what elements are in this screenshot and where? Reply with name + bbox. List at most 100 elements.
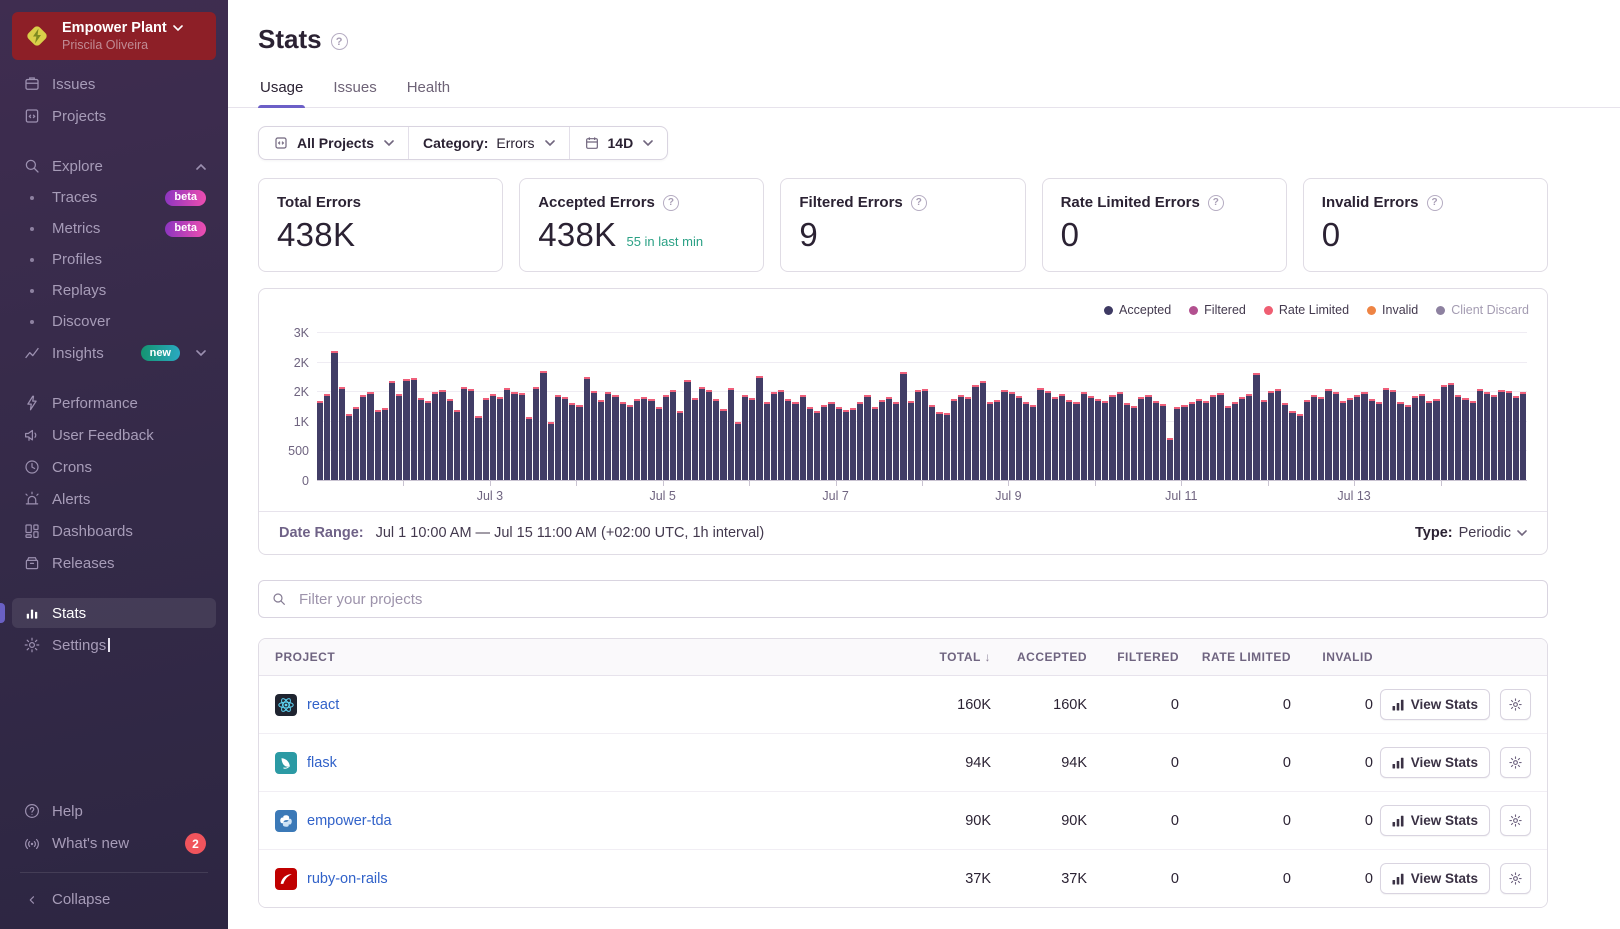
sidebar-item-discover[interactable]: Discover <box>12 307 216 336</box>
legend-dot <box>1104 305 1114 315</box>
project-settings-button[interactable] <box>1500 747 1531 778</box>
sidebar-collapse-button[interactable]: Collapse <box>12 885 216 914</box>
x-tick <box>1181 481 1183 486</box>
view-stats-button[interactable]: View Stats <box>1379 689 1490 720</box>
project-link[interactable]: react <box>307 697 339 713</box>
project-settings-button[interactable] <box>1500 805 1531 836</box>
chart-bar <box>554 394 561 481</box>
x-tick <box>835 481 837 486</box>
legend-item-filtered[interactable]: Filtered <box>1189 303 1246 317</box>
sidebar-item-performance[interactable]: Performance <box>12 388 216 418</box>
project-settings-button[interactable] <box>1500 863 1531 894</box>
chart-bar <box>374 409 381 481</box>
chart-bar <box>677 410 684 481</box>
sidebar-item-label: Discover <box>52 313 111 330</box>
rate-limited-value: 0 <box>1282 812 1291 829</box>
project-link[interactable]: flask <box>307 755 337 771</box>
sidebar-item-user-feedback[interactable]: User Feedback <box>12 420 216 450</box>
col-filtered[interactable]: FILTERED <box>1087 650 1179 664</box>
legend-item-invalid[interactable]: Invalid <box>1367 303 1418 317</box>
bullet-icon <box>22 226 42 231</box>
chart-bar <box>857 402 864 481</box>
chart-bar <box>972 385 979 481</box>
sidebar-item-label: Performance <box>52 394 138 412</box>
category-filter-dropdown[interactable]: Category: Errors <box>408 127 568 159</box>
col-invalid[interactable]: INVALID <box>1291 650 1373 664</box>
issues-icon <box>22 75 42 93</box>
bullet-icon <box>22 257 42 262</box>
legend-item-rate-limited[interactable]: Rate Limited <box>1263 303 1349 317</box>
sidebar-item-label: Profiles <box>52 251 103 268</box>
chart-bar <box>432 391 439 481</box>
chart-bar <box>1383 387 1390 481</box>
date-range-dropdown[interactable]: 14D <box>568 127 668 159</box>
sidebar-item-issues[interactable]: Issues <box>12 69 216 99</box>
sidebar-item-metrics[interactable]: Metrics beta <box>12 214 216 243</box>
accepted-value: 160K <box>1053 696 1087 713</box>
sidebar-item-alerts[interactable]: Alerts <box>12 484 216 514</box>
chart-bar <box>1253 372 1260 481</box>
sidebar-item-help[interactable]: Help <box>12 796 216 826</box>
chart-bar <box>396 393 403 481</box>
total-value: 90K <box>965 812 991 829</box>
chart-bar <box>741 394 749 481</box>
help-icon[interactable]: ? <box>910 194 927 211</box>
sidebar-item-crons[interactable]: Crons <box>12 452 216 482</box>
org-switcher[interactable]: Empower Plant Priscila Oliveira <box>12 12 216 60</box>
sidebar-item-label: Traces <box>52 189 98 206</box>
sidebar-item-label: Projects <box>52 107 107 125</box>
chart-bar <box>1303 399 1311 481</box>
type-dropdown[interactable]: Type: Periodic <box>1415 525 1527 541</box>
sidebar-item-label: Help <box>52 802 83 820</box>
chart-bar <box>518 392 525 481</box>
chart-bar <box>1231 401 1238 481</box>
chart-bar <box>778 389 785 481</box>
project-filter-dropdown[interactable]: All Projects <box>259 127 408 159</box>
chart-bar <box>1476 389 1483 481</box>
help-icon[interactable]: ? <box>662 194 679 211</box>
legend-item-client-discard[interactable]: Client Discard <box>1436 303 1529 317</box>
invalid-value: 0 <box>1364 870 1373 887</box>
sidebar-item-replays[interactable]: Replays <box>12 276 216 305</box>
legend-item-accepted[interactable]: Accepted <box>1104 303 1171 317</box>
sidebar-item-whats-new[interactable]: What's new 2 <box>12 827 216 860</box>
tab-usage[interactable]: Usage <box>258 77 306 108</box>
chart-bar <box>1519 391 1527 481</box>
sidebar-item-label: Explore <box>52 157 103 175</box>
bar-chart-icon <box>22 604 42 622</box>
chart-bar <box>1116 391 1123 481</box>
sidebar-item-settings[interactable]: Settings <box>12 630 216 660</box>
sidebar-item-releases[interactable]: Releases <box>12 548 216 578</box>
col-total[interactable]: TOTAL ↓ <box>887 650 991 664</box>
sidebar-item-explore[interactable]: Explore <box>12 151 216 181</box>
project-search-input[interactable] <box>297 589 1535 609</box>
chart-bar <box>482 397 489 481</box>
sidebar-item-dashboards[interactable]: Dashboards <box>12 516 216 546</box>
page-help-icon[interactable]: ? <box>330 33 348 50</box>
project-link[interactable]: ruby-on-rails <box>307 871 388 887</box>
view-stats-button[interactable]: View Stats <box>1379 747 1490 778</box>
sidebar-item-profiles[interactable]: Profiles <box>12 245 216 274</box>
chart-bar <box>770 392 777 481</box>
card-value: 9 <box>799 216 819 253</box>
view-stats-button[interactable]: View Stats <box>1379 805 1490 836</box>
help-icon[interactable]: ? <box>1207 194 1224 211</box>
sidebar-item-traces[interactable]: Traces beta <box>12 183 216 212</box>
x-tick <box>922 481 923 486</box>
view-stats-button[interactable]: View Stats <box>1379 863 1490 894</box>
sidebar-item-stats[interactable]: Stats <box>0 598 216 628</box>
col-rate-limited[interactable]: RATE LIMITED <box>1179 650 1291 664</box>
project-settings-button[interactable] <box>1500 689 1531 720</box>
chart-bar <box>1433 398 1440 481</box>
bullet-icon <box>22 195 42 200</box>
chevron-left-icon <box>22 893 42 907</box>
col-accepted[interactable]: ACCEPTED <box>991 650 1087 664</box>
category-value: Errors <box>496 135 535 151</box>
tab-issues[interactable]: Issues <box>331 77 378 107</box>
project-link[interactable]: empower-tda <box>307 813 392 829</box>
sidebar-item-insights[interactable]: Insights new <box>12 338 216 368</box>
legend-dot <box>1189 305 1199 315</box>
sidebar-item-projects[interactable]: Projects <box>12 101 216 131</box>
help-icon[interactable]: ? <box>1426 194 1443 211</box>
tab-health[interactable]: Health <box>405 77 452 107</box>
